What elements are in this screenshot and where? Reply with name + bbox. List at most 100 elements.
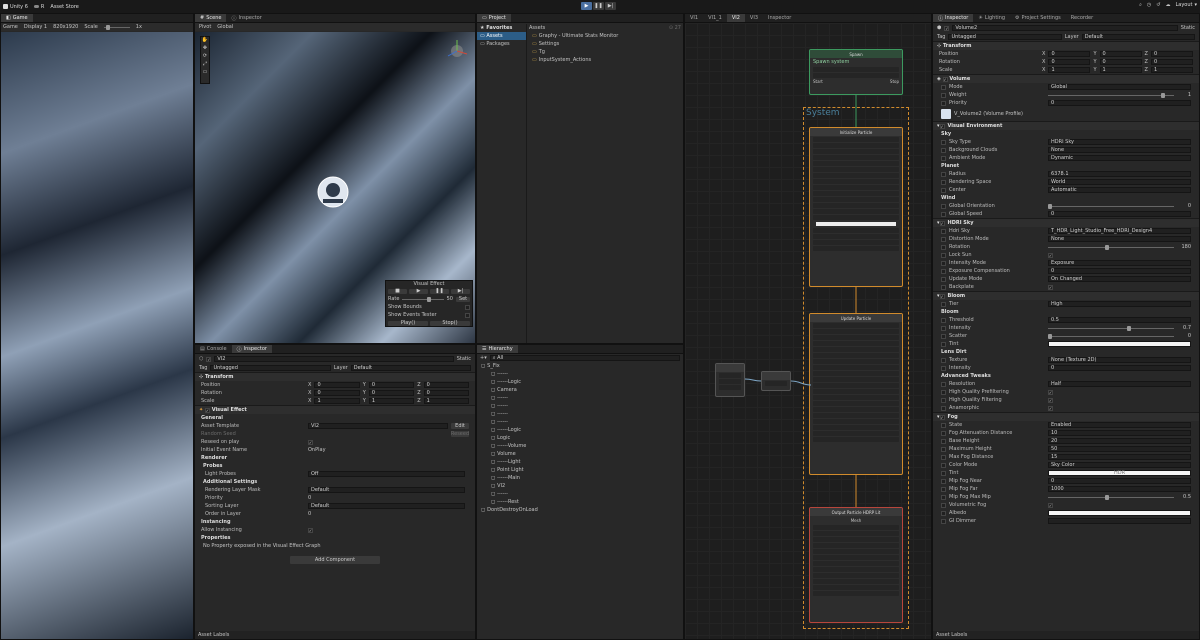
game-mode-dropdown[interactable]: Game [3,24,18,30]
hierarchy-item[interactable]: ◻ ------Logic [477,426,683,434]
scale-x[interactable]: 1 [1048,67,1091,73]
position-z[interactable]: 0 [423,382,470,388]
allow-instancing-checkbox[interactable]: ✓ [308,527,313,533]
asset-store-button[interactable]: Asset Store [50,4,78,10]
tab-project-settings[interactable]: ⚙ Project Settings [1010,14,1066,22]
tab-lighting[interactable]: ☀ Lighting [973,14,1010,22]
speed-override[interactable] [941,211,946,217]
intensity-slider[interactable] [1048,325,1174,331]
atten-override[interactable] [941,430,946,436]
add-component-button[interactable]: Add Component [290,556,380,564]
tab-inspector[interactable]: ⓘ Inspector [933,14,974,22]
position-x[interactable]: 0 [314,382,360,388]
hierarchy-item[interactable]: ◻ ------Logic [477,378,683,386]
gi_dimmer-field[interactable] [1048,518,1191,524]
reseed-on-play-checkbox[interactable]: ✓ [308,439,313,445]
scatter-override[interactable] [941,333,946,339]
update_mode-override[interactable] [941,276,946,282]
atten-field[interactable]: 10 [1048,430,1191,436]
priority-override[interactable] [941,100,946,106]
texture-field[interactable]: None (Texture 2D) [1048,357,1191,363]
sky_type-override[interactable] [941,139,946,145]
resolution-field[interactable]: Half [1048,381,1191,387]
scatter-value[interactable]: 0 [1177,333,1191,339]
initial-event-field[interactable]: OnPlay [308,447,326,453]
project-item[interactable]: ▭ InputSystem_Actions [529,56,681,64]
rotation_h-override[interactable] [941,244,946,250]
static-toggle[interactable]: Static [1181,25,1195,31]
orientation-override[interactable] [941,203,946,209]
global-dropdown[interactable]: Global [217,24,233,30]
tag-dropdown[interactable]: Untagged [210,365,331,371]
hierarchy-item[interactable]: ◻ DontDestroyOnLoad [477,506,683,514]
rendering_space-override[interactable] [941,179,946,185]
active-checkbox[interactable]: ✓ [206,356,212,362]
collab-icon[interactable]: ☁ [1165,2,1170,8]
visual_env-header[interactable]: ▾ ✓ Visual Environment [933,121,1199,130]
asset-labels-bar[interactable]: Asset Labels [195,631,475,639]
mip_near-override[interactable] [941,478,946,484]
scatter-slider[interactable] [1048,333,1174,339]
threshold-field[interactable]: 0.5 [1048,317,1191,323]
scale-x[interactable]: 1 [314,398,360,404]
intensity_mode-field[interactable]: Exposure [1048,260,1191,266]
hq_filt-override[interactable] [941,397,946,403]
albedo-color-swatch[interactable] [1048,510,1191,516]
layer-dropdown[interactable]: Default [1081,34,1196,40]
mip_far-override[interactable] [941,486,946,492]
tab-inspector[interactable]: ⓘ Inspector [231,345,272,353]
scale-z[interactable]: 1 [1150,67,1193,73]
stop-event-button[interactable]: Stop() [430,320,470,326]
wind-section[interactable]: Wind [933,194,1199,202]
tab-project[interactable]: ▭ Project [477,14,511,22]
backplate-override[interactable] [941,284,946,290]
hierarchy-item[interactable]: ◻ Logic [477,434,683,442]
rotation_h-value[interactable]: 180 [1177,244,1191,250]
sky-section[interactable]: Sky [933,130,1199,138]
speed-field[interactable]: 0 [1048,211,1191,217]
scale-z[interactable]: 1 [423,398,470,404]
tab-game[interactable]: ◧ Game [1,14,33,22]
albedo-override[interactable] [941,510,946,516]
additional-settings-section[interactable]: Additional Settings [195,478,475,486]
position-y[interactable]: 0 [1099,51,1142,57]
tab-scene[interactable]: # Scene [195,14,227,22]
hierarchy-item[interactable]: ◻ ------ [477,370,683,378]
orientation-slider[interactable] [1048,203,1174,209]
intensity_mode-override[interactable] [941,260,946,266]
planet-section[interactable]: Planet [933,162,1199,170]
hierarchy-item[interactable]: ◻ ------ [477,394,683,402]
play-event-button[interactable]: Play() [388,320,428,326]
add-icon[interactable]: +▾ [480,355,487,361]
tab-vfx-1[interactable]: VI1_1 [703,14,727,22]
tab-hierarchy[interactable]: ☰ Hierarchy [477,345,518,353]
hdri-enabled-checkbox[interactable]: ✓ [939,220,945,226]
tab-console[interactable]: ▤ Console [195,345,232,353]
weight-override[interactable] [941,92,946,98]
color_mode-override[interactable] [941,462,946,468]
pause-icon[interactable]: ❚❚ [430,288,449,294]
hierarchy-item[interactable]: ◻ ------Volume [477,442,683,450]
account-menu[interactable]: R [33,4,44,10]
sorting-layer-dropdown[interactable]: Default [308,503,465,509]
hierarchy-item[interactable]: ◻ ------Light [477,458,683,466]
mip_near-field[interactable]: 0 [1048,478,1191,484]
renderer-section[interactable]: Renderer [195,454,475,462]
ambient-override[interactable] [941,155,946,161]
move-tool-icon[interactable]: ✥ [201,45,209,53]
rotation-y[interactable]: 0 [368,390,415,396]
object-name-field[interactable]: VI2 [214,356,454,362]
scale-y[interactable]: 1 [368,398,415,404]
weight-value[interactable]: 1 [1177,92,1191,98]
scene-gizmo-icon[interactable] [445,38,469,66]
scale-y[interactable]: 1 [1099,67,1142,73]
rotation-x[interactable]: 0 [314,390,360,396]
exp_comp-field[interactable]: 0 [1048,268,1191,274]
position-z[interactable]: 0 [1150,51,1193,57]
mip_far-field[interactable]: 1000 [1048,486,1191,492]
gi_dimmer-override[interactable] [941,518,946,524]
threshold-override[interactable] [941,317,946,323]
mip_max-slider[interactable] [1048,494,1174,500]
rendering_space-field[interactable]: World [1048,179,1191,185]
show-events-checkbox[interactable] [465,312,470,318]
